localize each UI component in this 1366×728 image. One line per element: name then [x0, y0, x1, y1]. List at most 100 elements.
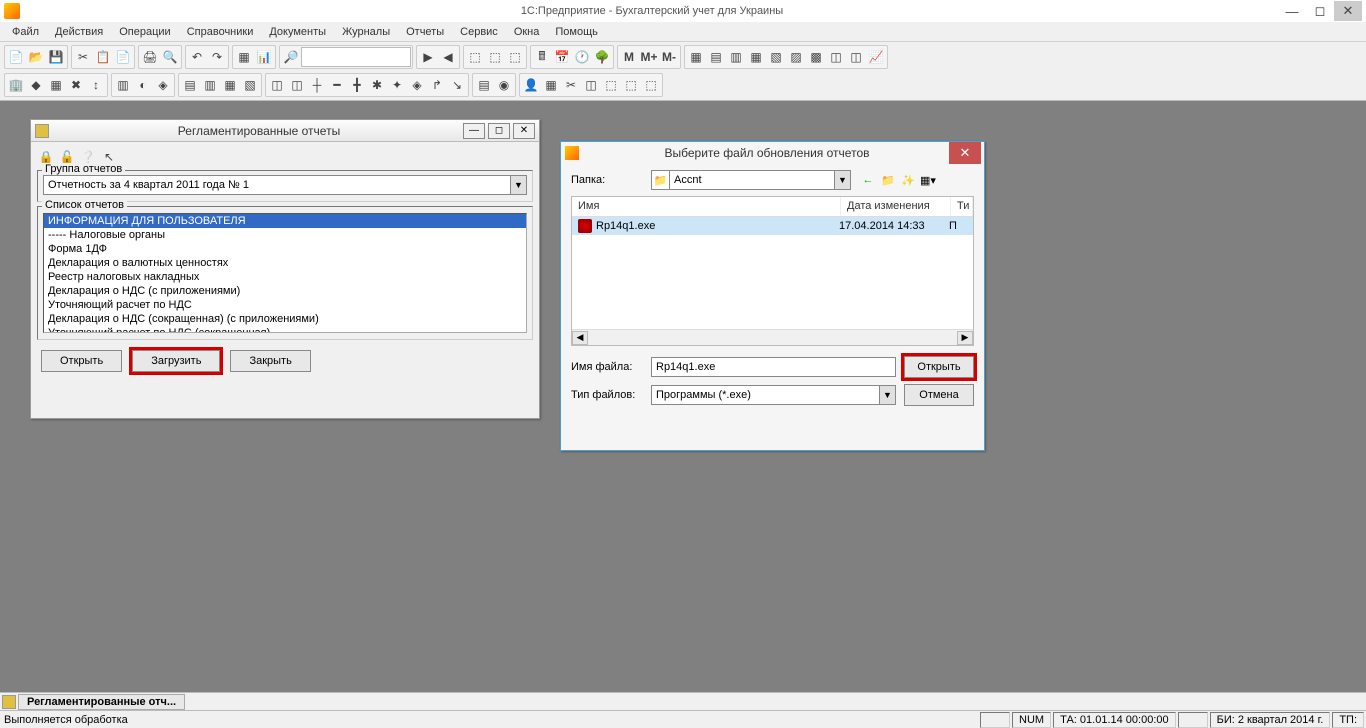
s4-icon[interactable]: ━: [327, 75, 347, 95]
col-name[interactable]: Имя: [572, 197, 841, 216]
list-item[interactable]: Декларация о валютных ценностях: [44, 256, 526, 270]
t5-icon[interactable]: ▨: [786, 47, 806, 67]
v7-icon[interactable]: ⬚: [641, 75, 661, 95]
list-item[interactable]: ----- Налоговые органы: [44, 228, 526, 242]
mminus-icon[interactable]: M-: [659, 47, 679, 67]
search-input[interactable]: [301, 47, 411, 67]
list-item[interactable]: Декларация о НДС (сокращенная) (с прилож…: [44, 312, 526, 326]
prev-icon[interactable]: ◀: [438, 47, 458, 67]
calc-icon[interactable]: 🖩: [532, 47, 552, 67]
maximize-button[interactable]: ◻: [1306, 1, 1334, 21]
reports-load-button[interactable]: Загрузить: [132, 350, 220, 372]
v1-icon[interactable]: 👤: [521, 75, 541, 95]
menu-operations[interactable]: Операции: [111, 24, 178, 40]
r1-icon[interactable]: 🏢: [6, 75, 26, 95]
r9-icon[interactable]: ▤: [180, 75, 200, 95]
preview-icon[interactable]: 🔍: [160, 47, 180, 67]
file-row[interactable]: Rp14q1.exe 17.04.2014 14:33 П: [572, 217, 973, 235]
file-cancel-button[interactable]: Отмена: [904, 384, 974, 406]
t7-icon[interactable]: ◫: [826, 47, 846, 67]
folder-dropdown-icon[interactable]: ▼: [834, 170, 851, 190]
menu-journals[interactable]: Журналы: [334, 24, 398, 40]
reports-close-btn[interactable]: Закрыть: [230, 350, 310, 372]
s5-icon[interactable]: ╋: [347, 75, 367, 95]
undo-icon[interactable]: ↶: [187, 47, 207, 67]
v6-icon[interactable]: ⬚: [621, 75, 641, 95]
file-hscroll[interactable]: ◀ ▶: [572, 329, 973, 345]
clock-icon[interactable]: 🕐: [572, 47, 592, 67]
reports-minimize-button[interactable]: —: [463, 123, 485, 139]
reports-close-button[interactable]: ✕: [513, 123, 535, 139]
tree-icon[interactable]: 🌳: [592, 47, 612, 67]
close-button[interactable]: ✕: [1334, 1, 1362, 21]
v2-icon[interactable]: ▦: [541, 75, 561, 95]
m-icon[interactable]: M: [619, 47, 639, 67]
menu-documents[interactable]: Документы: [261, 24, 334, 40]
r6-icon[interactable]: ▥: [113, 75, 133, 95]
v4-icon[interactable]: ◫: [581, 75, 601, 95]
r2-icon[interactable]: ◆: [26, 75, 46, 95]
file-list[interactable]: Имя Дата изменения Ти Rp14q1.exe 17.04.2…: [571, 196, 974, 346]
menu-references[interactable]: Справочники: [179, 24, 262, 40]
file-open-button[interactable]: Открыть: [904, 356, 974, 378]
back-icon[interactable]: ←: [859, 171, 877, 189]
minimize-button[interactable]: —: [1278, 1, 1306, 21]
list-item[interactable]: ИНФОРМАЦИЯ ДЛЯ ПОЛЬЗОВАТЕЛЯ: [44, 214, 526, 228]
t9-icon[interactable]: 📈: [866, 47, 886, 67]
menu-help[interactable]: Помощь: [547, 24, 606, 40]
r4-icon[interactable]: ✖: [66, 75, 86, 95]
tool-b-icon[interactable]: ⬚: [485, 47, 505, 67]
t1-icon[interactable]: ▤: [706, 47, 726, 67]
s1-icon[interactable]: ◫: [267, 75, 287, 95]
r10-icon[interactable]: ▥: [200, 75, 220, 95]
list-item[interactable]: Уточняющий расчет по НДС (сокращенная): [44, 326, 526, 333]
v5-icon[interactable]: ⬚: [601, 75, 621, 95]
calendar-icon[interactable]: 📅: [552, 47, 572, 67]
list-item[interactable]: Форма 1ДФ: [44, 242, 526, 256]
t3-icon[interactable]: ▦: [746, 47, 766, 67]
reports-list[interactable]: ИНФОРМАЦИЯ ДЛЯ ПОЛЬЗОВАТЕЛЯ ----- Налого…: [43, 213, 527, 333]
copy-icon[interactable]: 📋: [93, 47, 113, 67]
col-date[interactable]: Дата изменения: [841, 197, 951, 216]
cut-icon[interactable]: ✂: [73, 47, 93, 67]
s8-icon[interactable]: ◈: [407, 75, 427, 95]
mplus-icon[interactable]: M+: [639, 47, 659, 67]
find-icon[interactable]: 🔎: [281, 47, 301, 67]
menu-reports[interactable]: Отчеты: [398, 24, 452, 40]
task-item[interactable]: Регламентированные отч...: [18, 694, 185, 710]
r11-icon[interactable]: ▦: [220, 75, 240, 95]
s6-icon[interactable]: ✱: [367, 75, 387, 95]
menu-windows[interactable]: Окна: [506, 24, 548, 40]
t2-icon[interactable]: ▥: [726, 47, 746, 67]
redo-icon[interactable]: ↷: [207, 47, 227, 67]
newfolder-icon[interactable]: ✨: [899, 171, 917, 189]
filetype-combo[interactable]: [651, 385, 879, 405]
r7-icon[interactable]: ◐: [133, 75, 153, 95]
file-dialog-close-button[interactable]: ✕: [949, 142, 981, 164]
tool-a-icon[interactable]: ⬚: [465, 47, 485, 67]
t8-icon[interactable]: ◫: [846, 47, 866, 67]
chess-icon[interactable]: ▦: [686, 47, 706, 67]
grid-icon[interactable]: ▦: [234, 47, 254, 67]
v3-icon[interactable]: ✂: [561, 75, 581, 95]
tool-c-icon[interactable]: ⬚: [505, 47, 525, 67]
u1-icon[interactable]: ▤: [474, 75, 494, 95]
t4-icon[interactable]: ▧: [766, 47, 786, 67]
open-icon[interactable]: 📂: [26, 47, 46, 67]
s10-icon[interactable]: ↘: [447, 75, 467, 95]
view-icon[interactable]: ▦▾: [919, 171, 937, 189]
save-icon[interactable]: 💾: [46, 47, 66, 67]
menu-actions[interactable]: Действия: [47, 24, 111, 40]
s2-icon[interactable]: ◫: [287, 75, 307, 95]
list-item[interactable]: Декларация о НДС (с приложениями): [44, 284, 526, 298]
r3-icon[interactable]: ▦: [46, 75, 66, 95]
reports-maximize-button[interactable]: ◻: [488, 123, 510, 139]
next-icon[interactable]: ▶: [418, 47, 438, 67]
list-item[interactable]: Уточняющий расчет по НДС: [44, 298, 526, 312]
filename-input[interactable]: [651, 357, 896, 377]
new-icon[interactable]: 📄: [6, 47, 26, 67]
s9-icon[interactable]: ↱: [427, 75, 447, 95]
u2-icon[interactable]: ◉: [494, 75, 514, 95]
scroll-left-icon[interactable]: ◀: [572, 331, 588, 345]
group-dropdown-icon[interactable]: ▼: [510, 175, 527, 195]
